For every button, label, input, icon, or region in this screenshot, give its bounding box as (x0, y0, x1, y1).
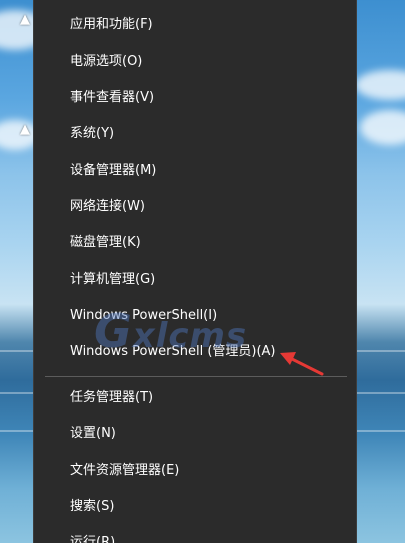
winx-context-menu: 应用和功能(F) 电源选项(O) 事件查看器(V) 系统(Y) 设备管理器(M)… (33, 0, 357, 543)
menu-item-device-manager[interactable]: 设备管理器(M) (70, 162, 156, 180)
desktop-icon-label: ▲ (20, 122, 30, 137)
menu-item-file-explorer[interactable]: 文件资源管理器(E) (70, 462, 179, 480)
menu-item-run[interactable]: 运行(R) (70, 534, 115, 543)
menu-item-task-manager[interactable]: 任务管理器(T) (70, 389, 153, 407)
menu-item-computer-management[interactable]: 计算机管理(G) (70, 271, 155, 289)
menu-item-system[interactable]: 系统(Y) (70, 125, 114, 143)
cloud (360, 110, 405, 145)
menu-item-network-connections[interactable]: 网络连接(W) (70, 198, 145, 216)
menu-item-disk-management[interactable]: 磁盘管理(K) (70, 234, 141, 252)
desktop-background: ▲ ▲ 应用和功能(F) 电源选项(O) 事件查看器(V) 系统(Y) 设备管理… (0, 0, 405, 543)
desktop-icon-label: ▲ (20, 12, 30, 27)
menu-item-apps-features[interactable]: 应用和功能(F) (70, 16, 153, 34)
cloud (355, 70, 405, 100)
menu-item-power-options[interactable]: 电源选项(O) (70, 53, 142, 71)
menu-item-search[interactable]: 搜索(S) (70, 498, 114, 516)
menu-item-event-viewer[interactable]: 事件查看器(V) (70, 89, 154, 107)
menu-item-settings[interactable]: 设置(N) (70, 425, 116, 443)
menu-item-powershell-admin[interactable]: Windows PowerShell (管理员)(A) (70, 343, 276, 361)
menu-item-powershell[interactable]: Windows PowerShell(I) (70, 307, 217, 325)
red-arrow-icon (280, 352, 324, 376)
